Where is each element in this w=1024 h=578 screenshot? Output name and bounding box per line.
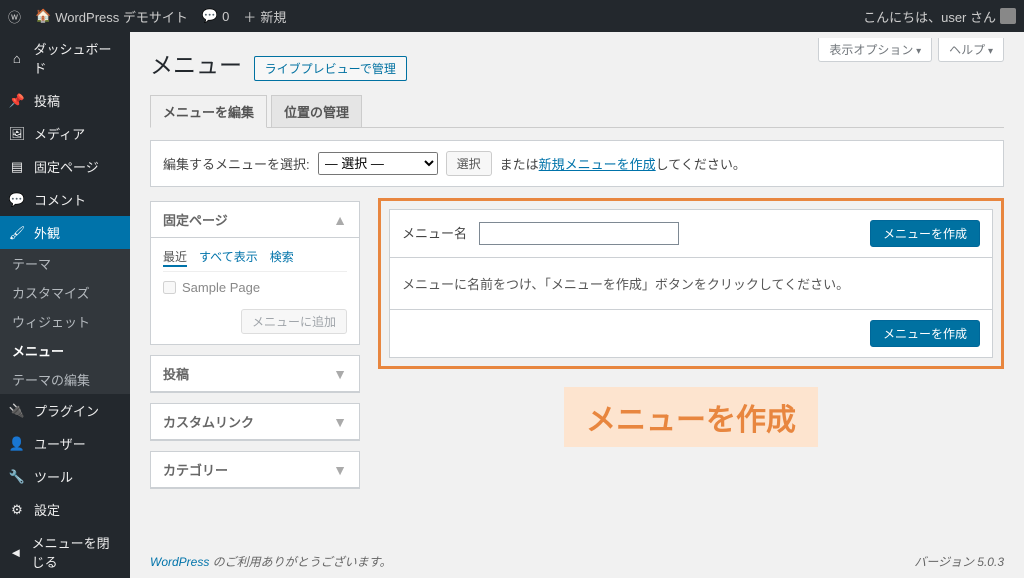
menu-dashboard[interactable]: ⌂ダッシュボード: [0, 32, 130, 84]
comments-link[interactable]: 💬 0: [202, 8, 229, 24]
submenu-appearance: テーマ カスタマイズ ウィジェット メニュー テーマの編集: [0, 249, 130, 394]
menu-edit-header: メニュー名 メニューを作成: [389, 209, 993, 257]
comment-icon: 💬: [8, 192, 26, 208]
chevron-down-icon: ▼: [333, 366, 347, 382]
metabox-pages-header[interactable]: 固定ページ▲: [151, 202, 359, 238]
page-item-label: Sample Page: [182, 280, 260, 295]
site-link[interactable]: 🏠 WordPress デモサイト: [35, 7, 188, 26]
pin-icon: 📌: [8, 93, 26, 109]
nav-tabs: メニューを編集 位置の管理: [150, 95, 1004, 128]
dashboard-icon: ⌂: [8, 51, 26, 66]
metabox-custom-links: カスタムリンク▼: [150, 403, 360, 441]
metabox-pages: 固定ページ▲ 最近 すべて表示 検索 Sample Page メニューに追加: [150, 201, 360, 345]
manage-menus-bar: 編集するメニューを選択: — 選択 — 選択 または新規メニューを作成してくださ…: [150, 140, 1004, 187]
page-icon: ▤: [8, 159, 26, 175]
page-title: メニュー: [150, 42, 242, 80]
menu-select[interactable]: — 選択 —: [318, 152, 438, 175]
admin-sidebar: ⌂ダッシュボード 📌投稿 🖼メディア ▤固定ページ 💬コメント 🖌外観 テーマ …: [0, 32, 130, 578]
site-name: WordPress デモサイト: [55, 7, 188, 26]
menu-pages[interactable]: ▤固定ページ: [0, 150, 130, 183]
plugin-icon: 🔌: [8, 403, 26, 419]
menu-collapse[interactable]: ◄メニューを閉じる: [0, 526, 130, 578]
submenu-editor[interactable]: テーマの編集: [0, 365, 130, 394]
tab-edit-menus[interactable]: メニューを編集: [150, 95, 267, 128]
menu-name-input[interactable]: [479, 222, 679, 245]
select-menu-label: 編集するメニューを選択:: [163, 154, 310, 173]
menu-name-label: メニュー名: [402, 226, 467, 241]
help-button[interactable]: ヘルプ: [938, 38, 1004, 62]
pages-tab-all[interactable]: すべて表示: [199, 248, 258, 267]
chevron-down-icon: ▼: [333, 462, 347, 478]
highlight-annotation: メニュー名 メニューを作成 メニューに名前をつけ、「メニューを作成」ボタンをクリ…: [378, 198, 1004, 369]
wrench-icon: 🔧: [8, 469, 26, 485]
callout-text: メニューを作成: [564, 387, 818, 447]
metabox-categories-header[interactable]: カテゴリー▼: [151, 452, 359, 488]
wp-logo-icon[interactable]: ⓦ: [8, 7, 21, 26]
metabox-posts: 投稿▼: [150, 355, 360, 393]
page-item-row: Sample Page: [163, 272, 347, 303]
admin-bar: ⓦ 🏠 WordPress デモサイト 💬 0 ＋ 新規 こんにちは、user …: [0, 0, 1024, 32]
new-link[interactable]: ＋ 新規: [243, 7, 286, 26]
pages-tab-recent[interactable]: 最近: [163, 248, 187, 267]
create-new-menu-link[interactable]: 新規メニューを作成: [539, 157, 656, 172]
submenu-themes[interactable]: テーマ: [0, 249, 130, 278]
create-menu-button-bottom[interactable]: メニューを作成: [870, 320, 980, 347]
submenu-widgets[interactable]: ウィジェット: [0, 307, 130, 336]
new-label: 新規: [260, 7, 286, 26]
menu-posts[interactable]: 📌投稿: [0, 84, 130, 117]
version-text: バージョン 5.0.3: [914, 553, 1004, 570]
metabox-categories: カテゴリー▼: [150, 451, 360, 489]
live-preview-button[interactable]: ライブプレビューで管理: [254, 56, 407, 81]
callout-annotation: メニューを作成: [378, 387, 1004, 447]
tab-locations[interactable]: 位置の管理: [271, 95, 362, 127]
select-button[interactable]: 選択: [446, 151, 492, 176]
menu-plugins[interactable]: 🔌プラグイン: [0, 394, 130, 427]
create-menu-button-top[interactable]: メニューを作成: [870, 220, 980, 247]
avatar-icon: [1000, 8, 1016, 24]
chevron-up-icon: ▲: [333, 212, 347, 228]
menu-settings[interactable]: ⚙設定: [0, 493, 130, 526]
greeting[interactable]: こんにちは、user さん: [863, 7, 1016, 26]
menu-body-instructions: メニューに名前をつけ、「メニューを作成」ボタンをクリックしてください。: [389, 257, 993, 310]
media-icon: 🖼: [8, 126, 26, 142]
menu-comments[interactable]: 💬コメント: [0, 183, 130, 216]
menu-tools[interactable]: 🔧ツール: [0, 460, 130, 493]
or-text: または新規メニューを作成してください。: [500, 154, 746, 173]
metabox-column: 固定ページ▲ 最近 すべて表示 検索 Sample Page メニューに追加: [150, 201, 360, 499]
metabox-posts-header[interactable]: 投稿▼: [151, 356, 359, 392]
pages-tab-search[interactable]: 検索: [270, 248, 294, 267]
collapse-icon: ◄: [8, 545, 24, 560]
page-checkbox[interactable]: [163, 281, 176, 294]
chevron-down-icon: ▼: [333, 414, 347, 430]
screen-options-button[interactable]: 表示オプション: [818, 38, 932, 62]
menu-media[interactable]: 🖼メディア: [0, 117, 130, 150]
submenu-customize[interactable]: カスタマイズ: [0, 278, 130, 307]
brush-icon: 🖌: [8, 225, 26, 241]
gear-icon: ⚙: [8, 502, 26, 518]
main-content: 表示オプション ヘルプ メニュー ライブプレビューで管理 メニューを編集 位置の…: [130, 32, 1024, 578]
comments-count: 0: [222, 9, 229, 24]
menu-users[interactable]: 👤ユーザー: [0, 427, 130, 460]
user-icon: 👤: [8, 436, 26, 452]
menu-edit-footer: メニューを作成: [389, 310, 993, 358]
submenu-menus[interactable]: メニュー: [0, 336, 130, 365]
footer: WordPress のご利用ありがとうございます。 バージョン 5.0.3: [150, 553, 1004, 570]
menu-appearance[interactable]: 🖌外観: [0, 216, 130, 249]
add-to-menu-button[interactable]: メニューに追加: [241, 309, 347, 334]
wp-link[interactable]: WordPress: [150, 555, 209, 569]
metabox-custom-links-header[interactable]: カスタムリンク▼: [151, 404, 359, 440]
